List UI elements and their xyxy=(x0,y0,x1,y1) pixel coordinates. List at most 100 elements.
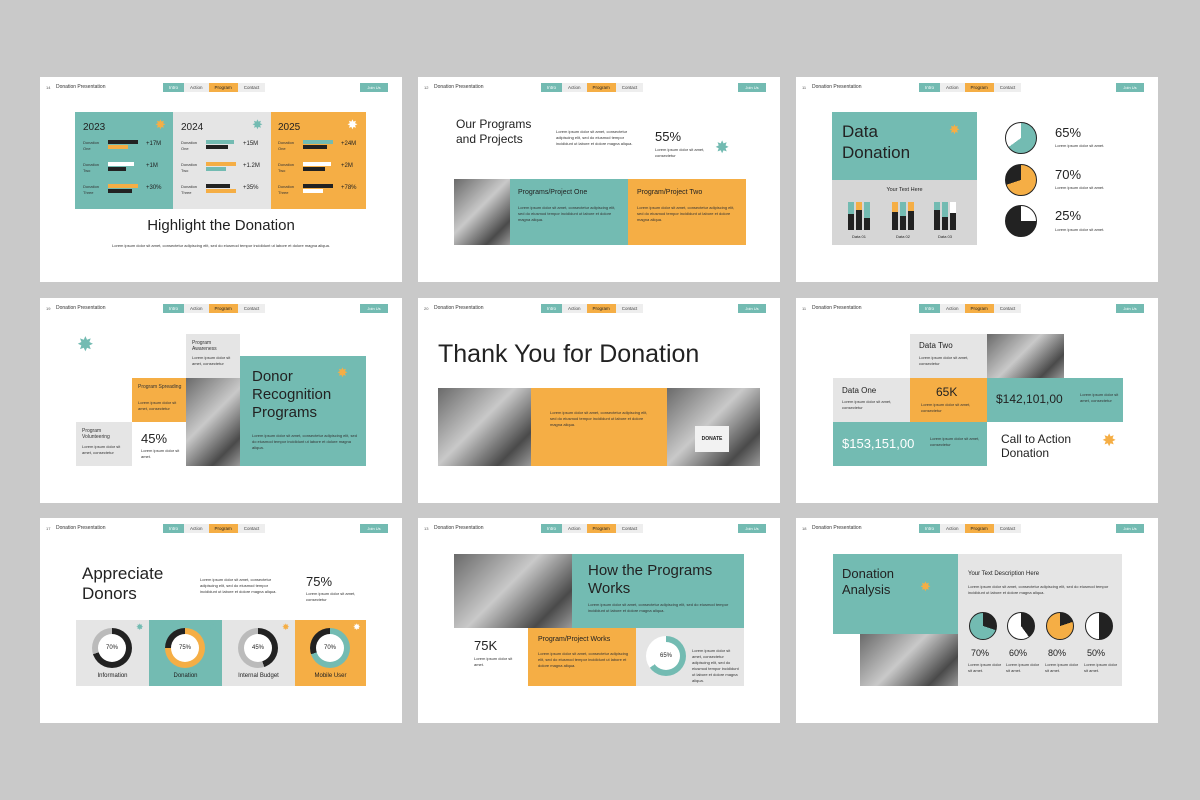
slide-nav: Intro Action Program Contact xyxy=(919,524,1022,533)
nav-program[interactable]: Program xyxy=(586,83,616,92)
slide-how-programs-work[interactable]: 13 Donation Presentation Intro Action Pr… xyxy=(418,518,780,723)
join-button[interactable]: Join Us xyxy=(360,524,388,533)
join-button[interactable]: Join Us xyxy=(1116,83,1144,92)
slide-body: Lorem ipsum dolor sit amet, consectetur … xyxy=(252,433,357,450)
join-button[interactable]: Join Us xyxy=(360,304,388,313)
step-body: Lorem ipsum dolor sit amet, consectetur xyxy=(138,400,177,411)
row-label: Donation One xyxy=(278,140,295,151)
nav-program[interactable]: Program xyxy=(208,524,238,533)
stat-caption: Lorem ipsum dolor sit amet. xyxy=(474,656,513,667)
star-icon: ✸ xyxy=(1102,431,1117,450)
nav-contact[interactable]: Contact xyxy=(615,524,644,533)
stat-caption: Lorem ipsum dolor sit amet, consectetur xyxy=(655,147,705,158)
cta-title: Call to Action Donation xyxy=(1001,432,1072,461)
nav-intro[interactable]: Intro xyxy=(919,304,941,313)
join-button[interactable]: Join Us xyxy=(738,304,766,313)
nav-program[interactable]: Program xyxy=(208,304,238,313)
nav-intro[interactable]: Intro xyxy=(541,83,563,92)
slide-nav: Intro Action Program Contact xyxy=(919,83,1022,92)
slide-number: 12 xyxy=(424,85,429,90)
donut-chart: 45% xyxy=(238,628,278,668)
nav-intro[interactable]: Intro xyxy=(919,524,941,533)
data-bar xyxy=(206,145,228,149)
join-button[interactable]: Join Us xyxy=(1116,304,1144,313)
slide-title: Highlight the Donation xyxy=(147,217,295,234)
nav-intro[interactable]: Intro xyxy=(541,304,563,313)
nav-program[interactable]: Program xyxy=(586,304,616,313)
nav-contact[interactable]: Contact xyxy=(237,304,266,313)
donut-value: 70% xyxy=(98,634,126,662)
stat-value: 45% xyxy=(141,431,168,446)
join-button[interactable]: Join Us xyxy=(738,83,766,92)
slide-body: Lorem ipsum dolor sit amet, consectetur … xyxy=(550,410,648,427)
star-icon: ✸ xyxy=(77,334,94,356)
nav-program[interactable]: Program xyxy=(586,524,616,533)
pie-value: 80% xyxy=(1048,648,1067,658)
stat-caption: Lorem ipsum dolor sit amet. xyxy=(141,448,180,459)
stat-value: 65K xyxy=(936,385,958,399)
nav-program[interactable]: Program xyxy=(208,83,238,92)
nav-contact[interactable]: Contact xyxy=(615,83,644,92)
slide-programs-projects[interactable]: 12 Donation Presentation Intro Action Pr… xyxy=(418,77,780,282)
nav-action[interactable]: Action xyxy=(562,524,587,533)
slide-number: 11 xyxy=(802,306,807,311)
slide-appreciate-donors[interactable]: 17 Donation Presentation Intro Action Pr… xyxy=(40,518,402,723)
join-button[interactable]: Join Us xyxy=(738,524,766,533)
slide-donation-analysis[interactable]: 18 Donation Presentation Intro Action Pr… xyxy=(796,518,1158,723)
card-title: Program/Project Two xyxy=(637,189,703,196)
data-bar xyxy=(206,167,226,171)
nav-action[interactable]: Action xyxy=(562,304,587,313)
pie-value: 70% xyxy=(971,648,990,658)
row-label: Donation Three xyxy=(181,184,198,195)
nav-action[interactable]: Action xyxy=(562,83,587,92)
step-body: Lorem ipsum dolor sit amet, consectetur xyxy=(192,355,231,366)
ring-label: Mobile User xyxy=(314,673,347,679)
nav-action[interactable]: Action xyxy=(184,83,209,92)
pie-chart xyxy=(1005,164,1037,196)
pie-value: 65% xyxy=(1055,125,1082,140)
nav-action[interactable]: Action xyxy=(184,304,209,313)
nav-contact[interactable]: Contact xyxy=(615,304,644,313)
nav-action[interactable]: Action xyxy=(184,524,209,533)
slide-title: How the Programs Works xyxy=(588,562,713,597)
nav-contact[interactable]: Contact xyxy=(237,524,266,533)
chart-label: Your Text Here xyxy=(886,187,923,193)
deck-title: Donation Presentation xyxy=(56,84,106,90)
card-body: Lorem ipsum dolor sit amet, consectetur … xyxy=(538,651,629,668)
nav-program[interactable]: Program xyxy=(964,524,994,533)
value-label: +2M xyxy=(341,163,353,169)
nav-intro[interactable]: Intro xyxy=(163,83,185,92)
slide-donor-recognition[interactable]: 19 Donation Presentation Intro Action Pr… xyxy=(40,298,402,503)
deck-title: Donation Presentation xyxy=(434,305,484,311)
slide-thank-you[interactable]: 20 Donation Presentation Intro Action Pr… xyxy=(418,298,780,503)
join-button[interactable]: Join Us xyxy=(360,83,388,92)
deck-title: Donation Presentation xyxy=(56,305,106,311)
nav-action[interactable]: Action xyxy=(940,83,965,92)
slide-call-to-action[interactable]: 11 Donation Presentation Intro Action Pr… xyxy=(796,298,1158,503)
pie-caption: Lorem ipsum dolor sit amet. xyxy=(1055,143,1105,148)
donut-value: 45% xyxy=(244,634,272,662)
stat-caption: Lorem ipsum dolor sit amet, consectetur xyxy=(921,402,971,413)
nav-contact[interactable]: Contact xyxy=(993,304,1022,313)
nav-intro[interactable]: Intro xyxy=(163,524,185,533)
nav-contact[interactable]: Contact xyxy=(993,524,1022,533)
volunteer-photo xyxy=(186,378,240,466)
nav-intro[interactable]: Intro xyxy=(919,83,941,92)
nav-program[interactable]: Program xyxy=(964,304,994,313)
desc-title: Your Text Description Here xyxy=(968,571,1040,577)
nav-contact[interactable]: Contact xyxy=(993,83,1022,92)
nav-intro[interactable]: Intro xyxy=(541,524,563,533)
deck-title: Donation Presentation xyxy=(434,84,484,90)
slide-data-donation[interactable]: 11 Donation Presentation Intro Action Pr… xyxy=(796,77,1158,282)
nav-action[interactable]: Action xyxy=(940,304,965,313)
nav-program[interactable]: Program xyxy=(964,83,994,92)
nav-intro[interactable]: Intro xyxy=(163,304,185,313)
bar-label: Data 03 xyxy=(938,234,953,239)
data-bar xyxy=(108,162,134,166)
slide-highlight-donation[interactable]: 14 Donation Presentation Intro Action Pr… xyxy=(40,77,402,282)
join-button[interactable]: Join Us xyxy=(1116,524,1144,533)
nav-contact[interactable]: Contact xyxy=(237,83,266,92)
money-hands-photo xyxy=(438,388,531,466)
nav-action[interactable]: Action xyxy=(940,524,965,533)
pie-chart xyxy=(1046,612,1074,640)
